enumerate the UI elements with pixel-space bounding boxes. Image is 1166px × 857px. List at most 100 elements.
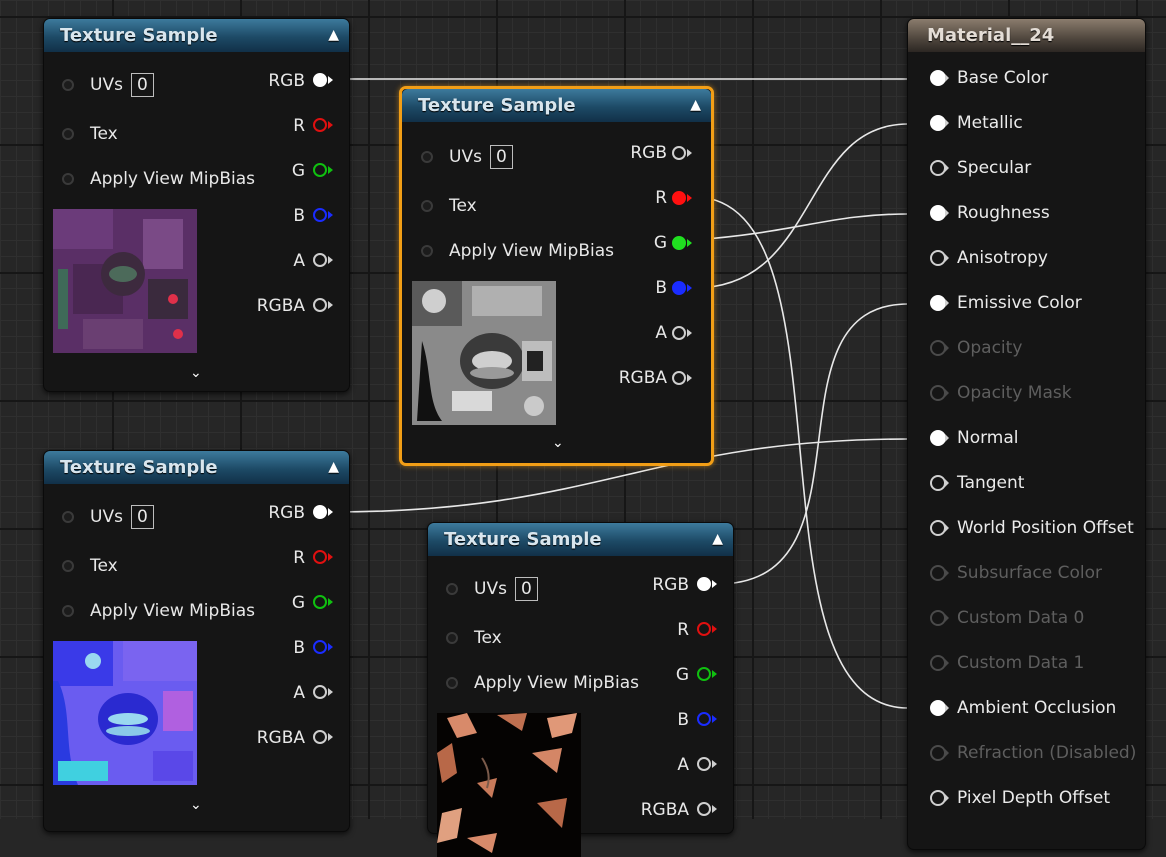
material-input-pin[interactable] xyxy=(930,565,946,581)
a-output-label: A xyxy=(677,755,689,775)
uvs-input-pin[interactable] xyxy=(62,511,74,523)
texture-sample-node-1[interactable]: Texture Sample ▲ UVs 0 Tex Apply View Mip… xyxy=(43,18,350,392)
material-input-pin[interactable] xyxy=(930,340,946,356)
rgba-output-pin[interactable] xyxy=(672,371,686,385)
material-input-pin[interactable] xyxy=(930,610,946,626)
r-output-pin[interactable] xyxy=(697,622,711,636)
material-input-pixel-depth-offset[interactable]: Pixel Depth Offset xyxy=(930,788,1110,808)
rgb-output-pin[interactable] xyxy=(672,146,686,160)
a-output-pin[interactable] xyxy=(697,757,711,771)
a-output-pin[interactable] xyxy=(313,253,327,267)
r-output-pin[interactable] xyxy=(672,191,686,205)
r-output-pin[interactable] xyxy=(313,118,327,132)
material-input-tangent[interactable]: Tangent xyxy=(930,473,1024,493)
material-input-pin[interactable] xyxy=(930,250,946,266)
a-output-label: A xyxy=(293,683,305,703)
chevron-down-icon[interactable]: ⌄ xyxy=(190,797,202,813)
material-input-pin[interactable] xyxy=(930,430,946,446)
material-input-pin[interactable] xyxy=(930,655,946,671)
rgba-output-pin[interactable] xyxy=(313,298,327,312)
g-output-pin[interactable] xyxy=(697,667,711,681)
material-input-custom-data-0[interactable]: Custom Data 0 xyxy=(930,608,1084,628)
material-input-normal[interactable]: Normal xyxy=(930,428,1019,448)
rgb-output-pin[interactable] xyxy=(697,577,711,591)
material-input-pin[interactable] xyxy=(930,205,946,221)
uvs-value[interactable]: 0 xyxy=(489,145,513,169)
b-output-pin[interactable] xyxy=(313,208,327,222)
tex-input-pin[interactable] xyxy=(421,200,433,212)
rgb-output-pin[interactable] xyxy=(313,73,327,87)
uvs-value[interactable]: 0 xyxy=(130,73,154,97)
a-output-pin[interactable] xyxy=(313,685,327,699)
material-input-pin[interactable] xyxy=(930,790,946,806)
rgba-output-pin[interactable] xyxy=(697,802,711,816)
material-input-pin[interactable] xyxy=(930,745,946,761)
material-input-pin[interactable] xyxy=(930,475,946,491)
material-input-base-color[interactable]: Base Color xyxy=(930,68,1048,88)
arrow-icon xyxy=(945,164,949,172)
uvs-value[interactable]: 0 xyxy=(514,577,538,601)
material-input-custom-data-1[interactable]: Custom Data 1 xyxy=(930,653,1085,673)
material-input-label: Pixel Depth Offset xyxy=(957,788,1110,808)
material-input-emissive-color[interactable]: Emissive Color xyxy=(930,293,1082,313)
chevron-up-icon[interactable]: ▲ xyxy=(328,451,339,484)
material-input-metallic[interactable]: Metallic xyxy=(930,113,1023,133)
rgb-output-pin[interactable] xyxy=(313,505,327,519)
material-input-subsurface-color[interactable]: Subsurface Color xyxy=(930,563,1102,583)
tex-input-pin[interactable] xyxy=(62,128,74,140)
material-input-pin[interactable] xyxy=(930,160,946,176)
chevron-up-icon[interactable]: ▲ xyxy=(328,19,339,52)
texture-sample-node-3[interactable]: Texture Sample ▲ UVs 0 Tex Apply View Mip… xyxy=(43,450,350,832)
uvs-value[interactable]: 0 xyxy=(130,505,154,529)
chevron-down-icon[interactable]: ⌄ xyxy=(552,435,564,451)
arrow-icon xyxy=(945,704,949,712)
chevron-up-icon[interactable]: ▲ xyxy=(690,89,701,122)
g-output-pin[interactable] xyxy=(313,595,327,609)
material-input-opacity-mask[interactable]: Opacity Mask xyxy=(930,383,1072,403)
node-title[interactable]: Texture Sample ▲ xyxy=(44,19,349,52)
node-title[interactable]: Texture Sample ▲ xyxy=(402,89,711,122)
b-output-pin[interactable] xyxy=(313,640,327,654)
material-result-node[interactable]: Material__24 Base Color Metallic Specular R… xyxy=(907,18,1146,850)
material-input-anisotropy[interactable]: Anisotropy xyxy=(930,248,1048,268)
mipbias-input-pin[interactable] xyxy=(62,173,74,185)
texture-sample-node-2[interactable]: Texture Sample ▲ UVs 0 Tex Apply View Mip… xyxy=(399,86,714,466)
mipbias-input-pin[interactable] xyxy=(62,605,74,617)
uvs-input-pin[interactable] xyxy=(421,151,433,163)
tex-input-pin[interactable] xyxy=(446,632,458,644)
material-input-refraction-disabled[interactable]: Refraction (Disabled) xyxy=(930,743,1136,763)
b-output-pin[interactable] xyxy=(672,281,686,295)
rgb-output-label: RGB xyxy=(268,503,305,523)
rgba-output-pin[interactable] xyxy=(313,730,327,744)
chevron-up-icon[interactable]: ▲ xyxy=(712,523,723,556)
material-input-ambient-occlusion[interactable]: Ambient Occlusion xyxy=(930,698,1116,718)
mipbias-input-pin[interactable] xyxy=(421,245,433,257)
uvs-input-pin[interactable] xyxy=(62,79,74,91)
r-output-pin[interactable] xyxy=(313,550,327,564)
material-title[interactable]: Material__24 xyxy=(908,19,1145,52)
material-input-roughness[interactable]: Roughness xyxy=(930,203,1050,223)
uvs-input-pin[interactable] xyxy=(446,583,458,595)
wire-emissive[interactable] xyxy=(717,303,909,585)
mipbias-input-pin[interactable] xyxy=(446,677,458,689)
chevron-down-icon[interactable]: ⌄ xyxy=(190,365,202,381)
material-input-pin[interactable] xyxy=(930,385,946,401)
material-input-pin[interactable] xyxy=(930,520,946,536)
material-input-pin[interactable] xyxy=(930,115,946,131)
material-input-label: Custom Data 1 xyxy=(957,653,1085,673)
node-title[interactable]: Texture Sample ▲ xyxy=(428,523,733,556)
texture-sample-node-4[interactable]: Texture Sample ▲ UVs 0 Tex Apply View Mip… xyxy=(427,522,734,857)
material-input-pin[interactable] xyxy=(930,700,946,716)
g-output-pin[interactable] xyxy=(313,163,327,177)
g-output-pin[interactable] xyxy=(672,236,686,250)
a-output-pin[interactable] xyxy=(672,326,686,340)
b-output-pin[interactable] xyxy=(697,712,711,726)
material-input-specular[interactable]: Specular xyxy=(930,158,1031,178)
node-title[interactable]: Texture Sample ▲ xyxy=(44,451,349,484)
material-input-pin[interactable] xyxy=(930,295,946,311)
material-input-world-position-offset[interactable]: World Position Offset xyxy=(930,518,1134,538)
wire-metallic[interactable] xyxy=(693,123,909,289)
material-input-pin[interactable] xyxy=(930,70,946,86)
tex-input-pin[interactable] xyxy=(62,560,74,572)
material-input-opacity[interactable]: Opacity xyxy=(930,338,1022,358)
